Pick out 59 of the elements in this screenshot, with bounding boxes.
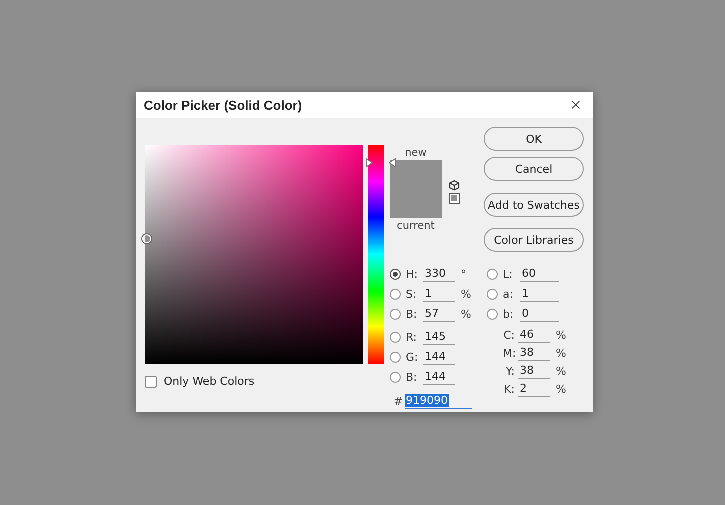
unit-label: ° (461, 268, 466, 280)
field-label: B: (406, 370, 418, 384)
radio-button[interactable] (390, 308, 401, 320)
value-field[interactable]: 330 (423, 266, 455, 282)
field-label: Y: (505, 364, 515, 378)
field-label: H: (406, 268, 419, 280)
checkbox[interactable] (145, 376, 157, 388)
hash-label: # (394, 394, 404, 408)
unit-label: % (556, 382, 566, 396)
field-label: L: (503, 268, 514, 280)
radio-button[interactable] (390, 352, 401, 362)
field-label: S: (406, 288, 418, 300)
radio-button[interactable] (390, 268, 401, 280)
value-field[interactable]: 2 (518, 381, 550, 397)
unit-label: % (556, 328, 566, 342)
dialog-button[interactable]: Cancel (484, 157, 584, 181)
field-label: a: (503, 288, 514, 300)
value-field[interactable]: 57 (423, 306, 455, 322)
unit-label: % (461, 308, 472, 320)
radio-button[interactable] (487, 308, 498, 320)
unit-label: % (461, 288, 472, 300)
dialog-button[interactable]: OK (484, 127, 584, 151)
unit-label: % (556, 364, 566, 378)
radio-button[interactable] (487, 288, 498, 300)
value-field[interactable]: 144 (423, 369, 455, 385)
field-label: B: (406, 308, 418, 320)
value-field[interactable]: 145 (423, 329, 455, 345)
value-field[interactable]: 38 (518, 345, 550, 361)
field-label: K: (503, 382, 515, 396)
checkbox-label: Only Web Colors (164, 375, 255, 388)
field-marker[interactable] (142, 234, 152, 244)
radio-button[interactable] (390, 332, 401, 342)
radio-button[interactable] (487, 268, 498, 280)
field-label: G: (406, 350, 420, 364)
dialog-button[interactable]: Add to Swatches (484, 193, 584, 217)
value-field[interactable]: 38 (518, 363, 550, 379)
field-label: M: (503, 346, 515, 360)
value-field[interactable]: 1 (520, 286, 559, 302)
radio-button[interactable] (390, 372, 401, 382)
value-field[interactable]: 144 (423, 349, 455, 365)
field-label: R: (406, 330, 418, 344)
current-label: current (397, 220, 435, 232)
triangle-icon[interactable] (389, 158, 396, 168)
cube-icon[interactable] (449, 180, 460, 191)
value-field[interactable]: 46 (518, 327, 550, 343)
new-color-swatch (390, 160, 442, 189)
dialog-button[interactable]: Color Libraries (484, 228, 584, 252)
unit-label: % (556, 346, 566, 360)
new-label: new (405, 147, 427, 159)
swatch-icon[interactable] (449, 193, 460, 204)
value-field[interactable]: 0 (520, 306, 559, 322)
value-field[interactable]: 1 (423, 286, 455, 302)
current-color-swatch[interactable] (390, 189, 442, 218)
window-title: Color Picker (Solid Color) (144, 98, 304, 112)
value-field[interactable]: 60 (520, 266, 559, 282)
field-label: C: (503, 328, 515, 342)
field-label: b: (503, 308, 515, 320)
close-button[interactable] (569, 98, 583, 112)
radio-button[interactable] (390, 288, 401, 300)
